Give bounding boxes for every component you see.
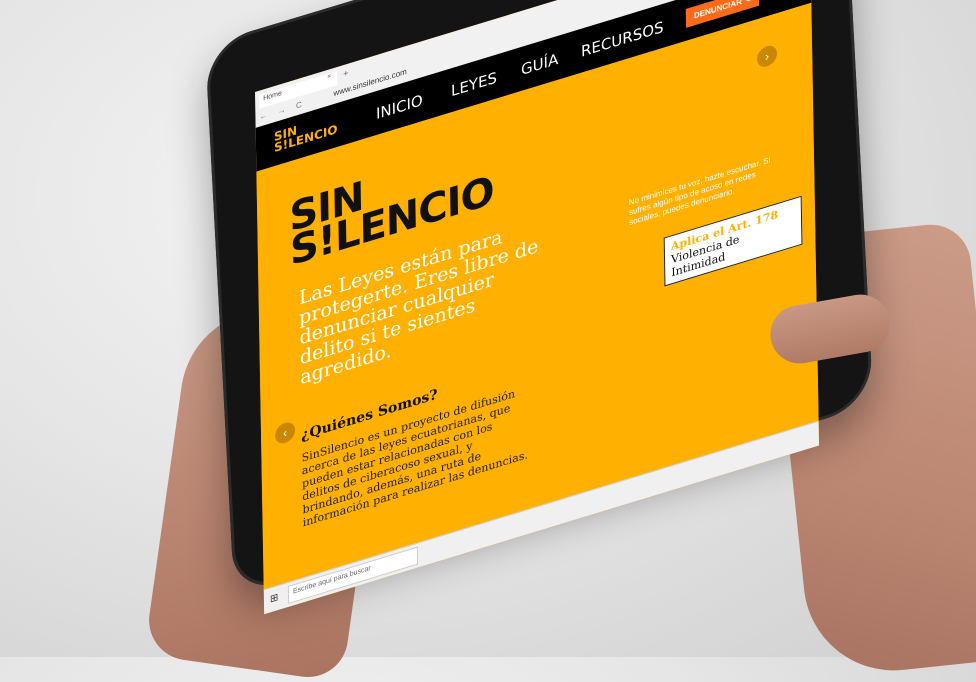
new-tab-icon[interactable]: +: [343, 68, 348, 80]
nav-item-leyes[interactable]: LEYES: [451, 68, 497, 100]
nav-item-guia[interactable]: GUÍA: [521, 50, 559, 79]
close-tab-icon[interactable]: ×: [327, 73, 331, 81]
windows-start-icon[interactable]: ⊞: [270, 591, 282, 607]
site-logo[interactable]: SIN S!LENCIO: [274, 113, 338, 155]
carousel-next-icon[interactable]: ›: [756, 43, 778, 70]
tablet-screen: Home × + ← → C www.sinsilencio.com – ◻ ×…: [255, 0, 820, 615]
carousel-prev-icon[interactable]: ‹: [274, 419, 296, 446]
tab-title: Home: [263, 89, 282, 103]
nav-item-inicio[interactable]: INICIO: [376, 91, 423, 123]
